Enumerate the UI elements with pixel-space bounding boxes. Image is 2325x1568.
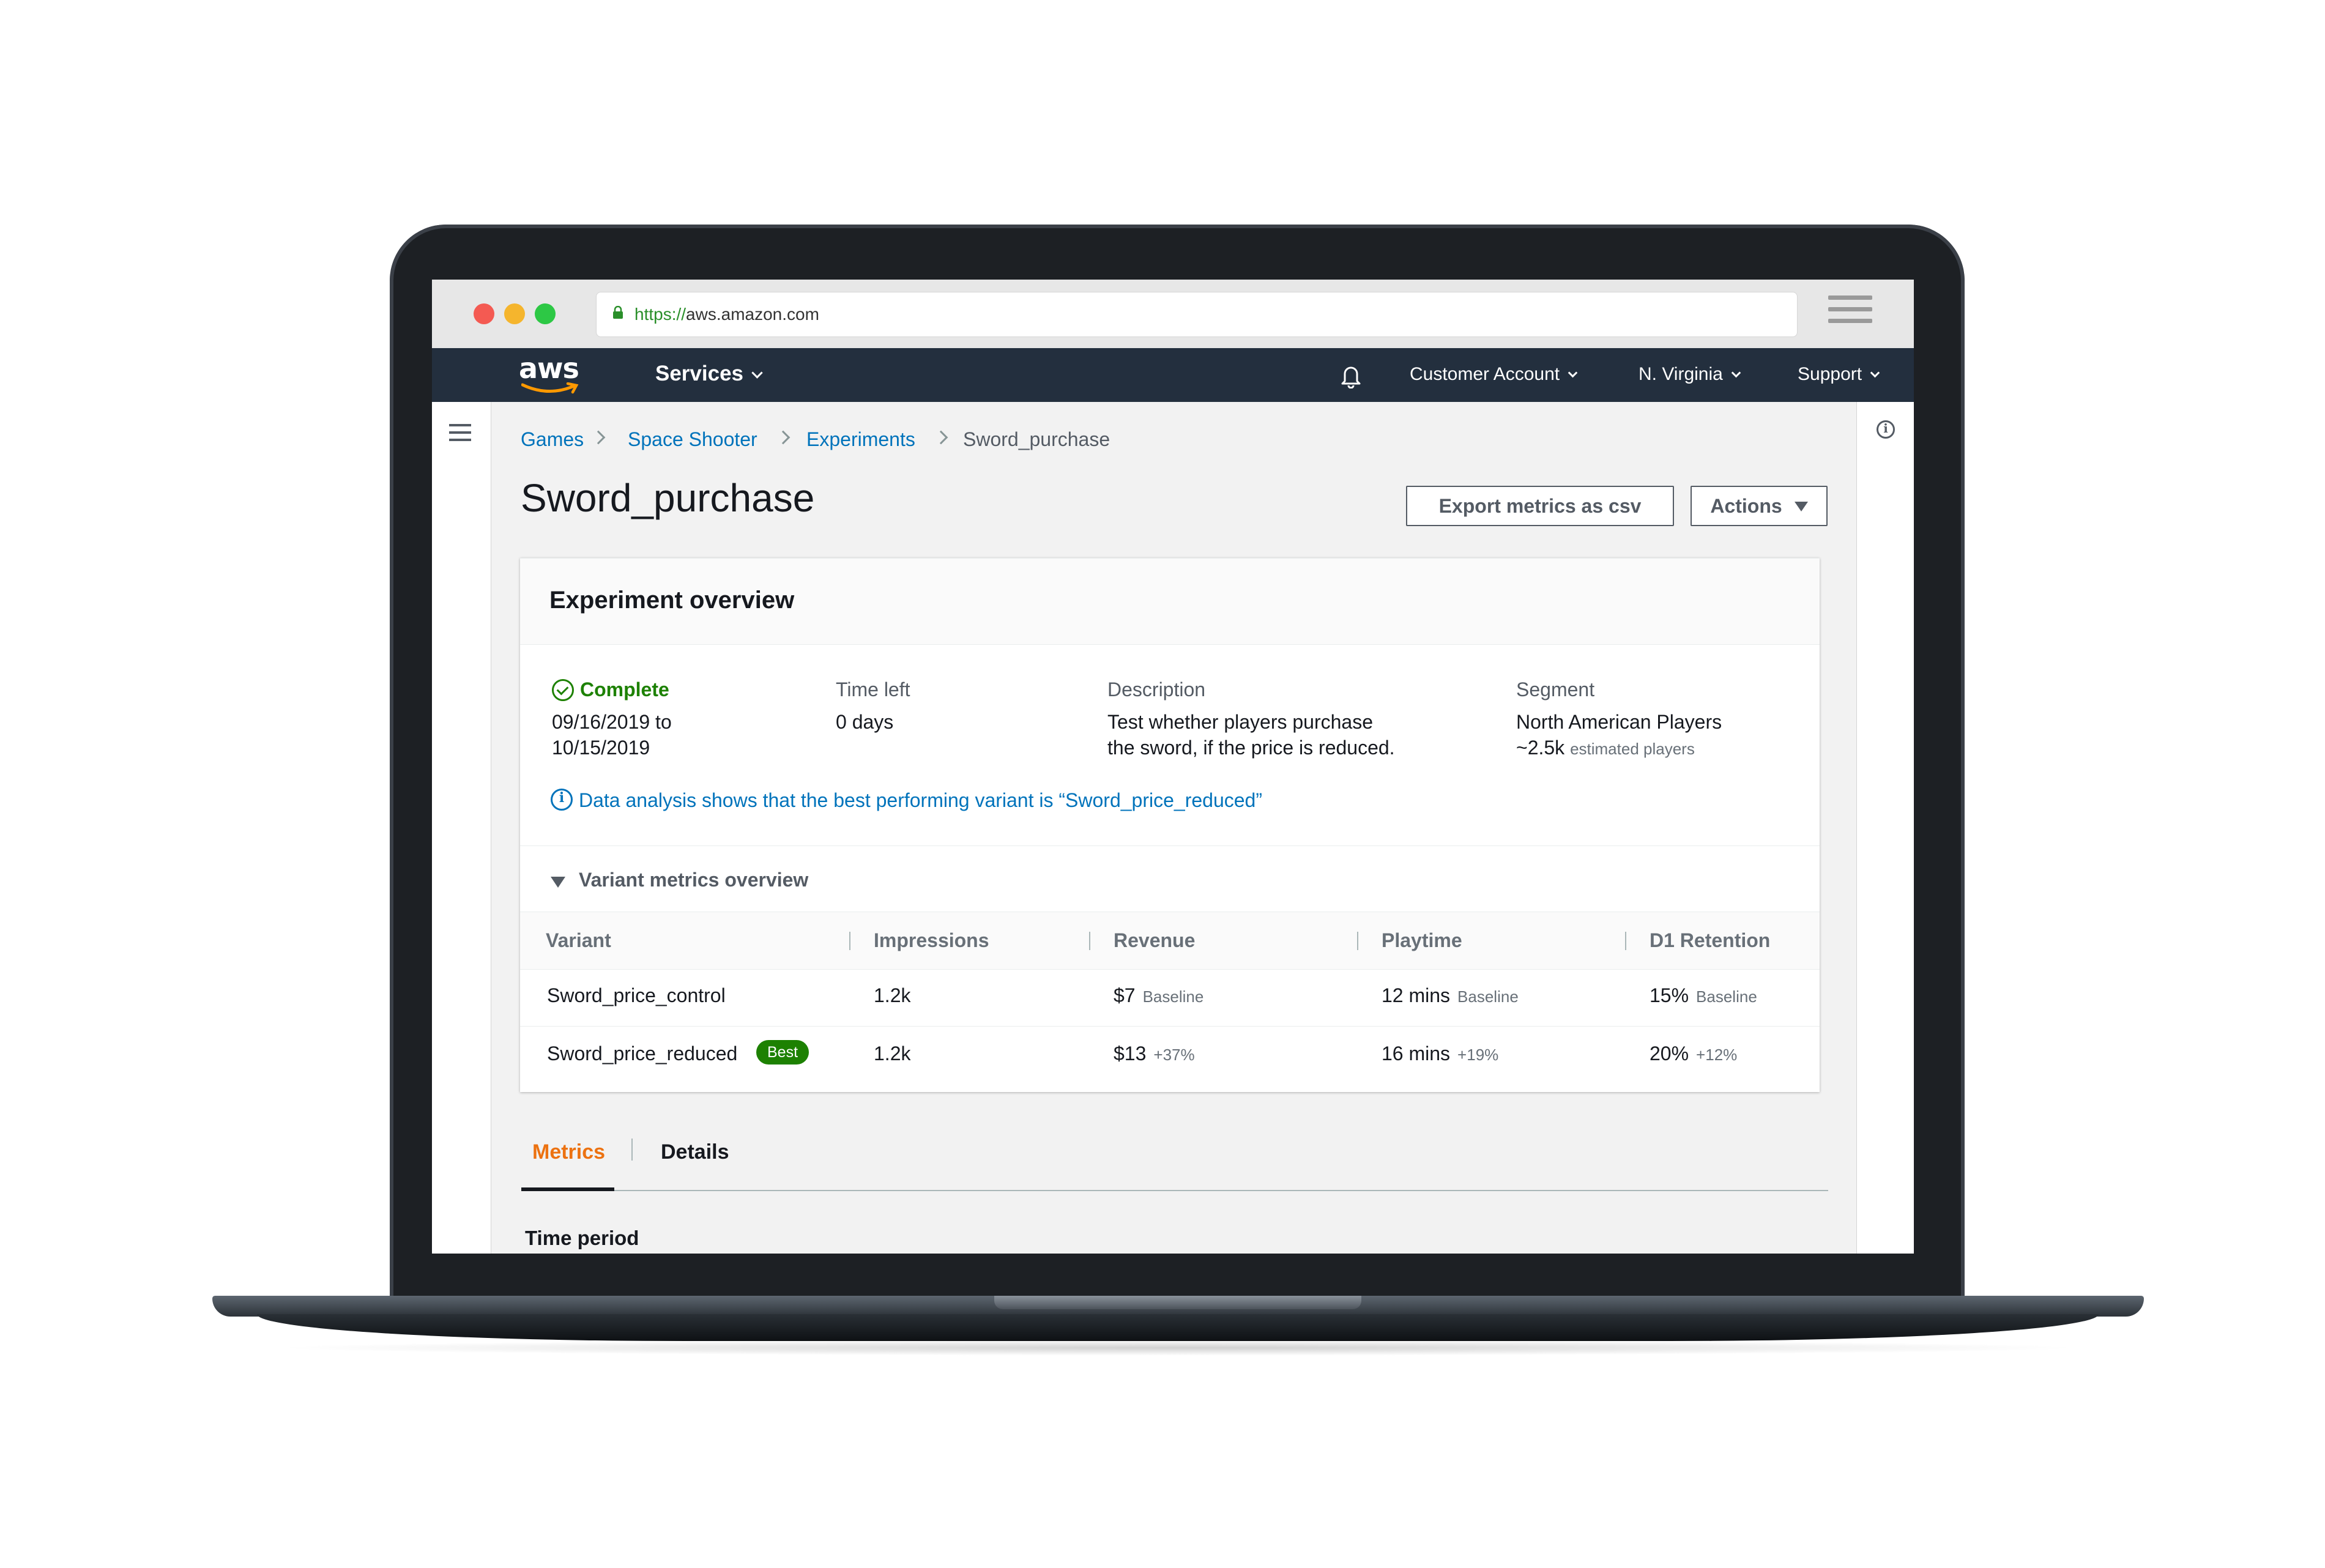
export-csv-button[interactable]: Export metrics as csv <box>1406 486 1674 526</box>
browser-toolbar: https://aws.amazon.com <box>432 280 1914 349</box>
table-row: Sword_price_reduced Best 1.2k $13 +37% 16… <box>520 1027 1820 1084</box>
variant-metrics-toggle[interactable]: Variant metrics overview <box>579 869 808 891</box>
description-line-2: the sword, if the price is reduced. <box>1107 737 1395 759</box>
breadcrumb-space-shooter[interactable]: Space Shooter <box>628 428 757 451</box>
laptop-notch <box>994 1296 1361 1309</box>
hamburger-menu-icon[interactable] <box>449 424 471 446</box>
table-row: Sword_price_control 1.2k $7 Baseline 12 m… <box>520 968 1820 1027</box>
column-impressions[interactable]: Impressions <box>874 929 989 952</box>
bell-icon[interactable] <box>1340 363 1362 388</box>
description-line-1: Test whether players purchase <box>1107 711 1373 733</box>
column-divider <box>1357 932 1358 950</box>
variant-name: Sword_price_control <box>547 984 726 1006</box>
best-badge: Best <box>756 1040 809 1065</box>
retention-value: 20% +12% <box>1650 1042 1738 1065</box>
tab-divider <box>631 1139 633 1161</box>
revenue-value: $7 Baseline <box>1114 984 1204 1006</box>
lock-icon <box>613 306 623 319</box>
caret-down-icon <box>1794 502 1808 511</box>
description-label: Description <box>1107 678 1206 700</box>
chevron-right-icon <box>591 430 606 445</box>
playtime-value: 16 mins +19% <box>1382 1042 1499 1065</box>
segment-count: ~2.5k estimated players <box>1516 737 1695 759</box>
check-circle-icon <box>552 679 574 701</box>
chevron-down-icon <box>1870 368 1880 378</box>
close-window-button[interactable] <box>474 303 494 324</box>
address-bar[interactable]: https://aws.amazon.com <box>596 292 1798 337</box>
column-divider <box>849 932 850 950</box>
laptop-base-underside <box>257 1314 2099 1341</box>
breadcrumb-current: Sword_purchase <box>963 428 1110 450</box>
screen: https://aws.amazon.com aws Services Cust… <box>432 280 1914 1254</box>
column-divider <box>1089 932 1090 950</box>
url-text: https://aws.amazon.com <box>634 305 819 324</box>
maximize-window-button[interactable] <box>535 303 556 324</box>
chevron-right-icon <box>934 430 948 445</box>
aws-smile-icon <box>521 382 579 394</box>
segment-label: Segment <box>1516 678 1595 700</box>
chevron-down-icon <box>751 367 763 379</box>
metrics-table-header: Variant Impressions Revenue Playtime D1 … <box>520 912 1820 970</box>
column-variant[interactable]: Variant <box>546 929 611 952</box>
status-complete: Complete <box>580 678 669 700</box>
expand-caret-icon[interactable] <box>551 877 565 888</box>
impressions-value: 1.2k <box>874 1042 911 1065</box>
impressions-value: 1.2k <box>874 984 911 1006</box>
column-revenue[interactable]: Revenue <box>1114 929 1195 952</box>
info-icon: i <box>551 789 573 811</box>
minimize-window-button[interactable] <box>504 303 525 324</box>
retention-value: 15% Baseline <box>1650 984 1757 1006</box>
chevron-right-icon <box>776 430 790 445</box>
card-header: Experiment overview <box>520 559 1820 645</box>
breadcrumb-experiments[interactable]: Experiments <box>806 428 915 451</box>
revenue-value: $13 +37% <box>1114 1042 1195 1065</box>
variant-name: Sword_price_reduced <box>547 1042 738 1065</box>
time-period-label: Time period <box>525 1227 639 1249</box>
info-icon[interactable]: i <box>1877 420 1895 439</box>
divider <box>520 845 1820 846</box>
active-tab-indicator <box>521 1187 614 1191</box>
card-title: Experiment overview <box>549 587 795 614</box>
browser-menu-icon[interactable] <box>1828 295 1872 332</box>
region-menu[interactable]: N. Virginia <box>1639 364 1741 385</box>
chevron-down-icon <box>1568 368 1578 378</box>
aws-logo-text: aws <box>519 352 579 385</box>
time-left-value: 0 days <box>836 711 894 733</box>
tab-metrics[interactable]: Metrics <box>532 1140 605 1164</box>
column-divider <box>1625 932 1626 950</box>
date-range-start: 09/16/2019 to <box>552 711 672 733</box>
aws-navbar: aws Services Customer Account N. Virgini… <box>432 348 1914 402</box>
customer-account-menu[interactable]: Customer Account <box>1410 364 1578 385</box>
playtime-value: 12 mins Baseline <box>1382 984 1519 1006</box>
side-navigation-rail <box>432 402 491 1254</box>
breadcrumb-games[interactable]: Games <box>521 428 584 451</box>
date-range-end: 10/15/2019 <box>552 737 650 759</box>
experiment-overview-card: Experiment overview Complete 09/16/2019 … <box>520 558 1820 1092</box>
support-menu[interactable]: Support <box>1798 364 1880 385</box>
tab-baseline <box>521 1190 1828 1191</box>
column-d1-retention[interactable]: D1 Retention <box>1650 929 1770 952</box>
services-menu[interactable]: Services <box>655 362 763 386</box>
page-title: Sword_purchase <box>521 476 815 520</box>
aws-logo[interactable]: aws <box>519 352 580 395</box>
time-left-label: Time left <box>836 678 910 700</box>
analysis-message: Data analysis shows that the best perfor… <box>579 789 1262 811</box>
help-panel-rail: i <box>1856 402 1914 1254</box>
laptop-shadow <box>269 1340 2086 1356</box>
tab-details[interactable]: Details <box>661 1140 729 1164</box>
chevron-down-icon <box>1731 368 1741 378</box>
column-playtime[interactable]: Playtime <box>1382 929 1462 952</box>
segment-value: North American Players <box>1516 711 1722 733</box>
actions-button[interactable]: Actions <box>1691 486 1828 526</box>
